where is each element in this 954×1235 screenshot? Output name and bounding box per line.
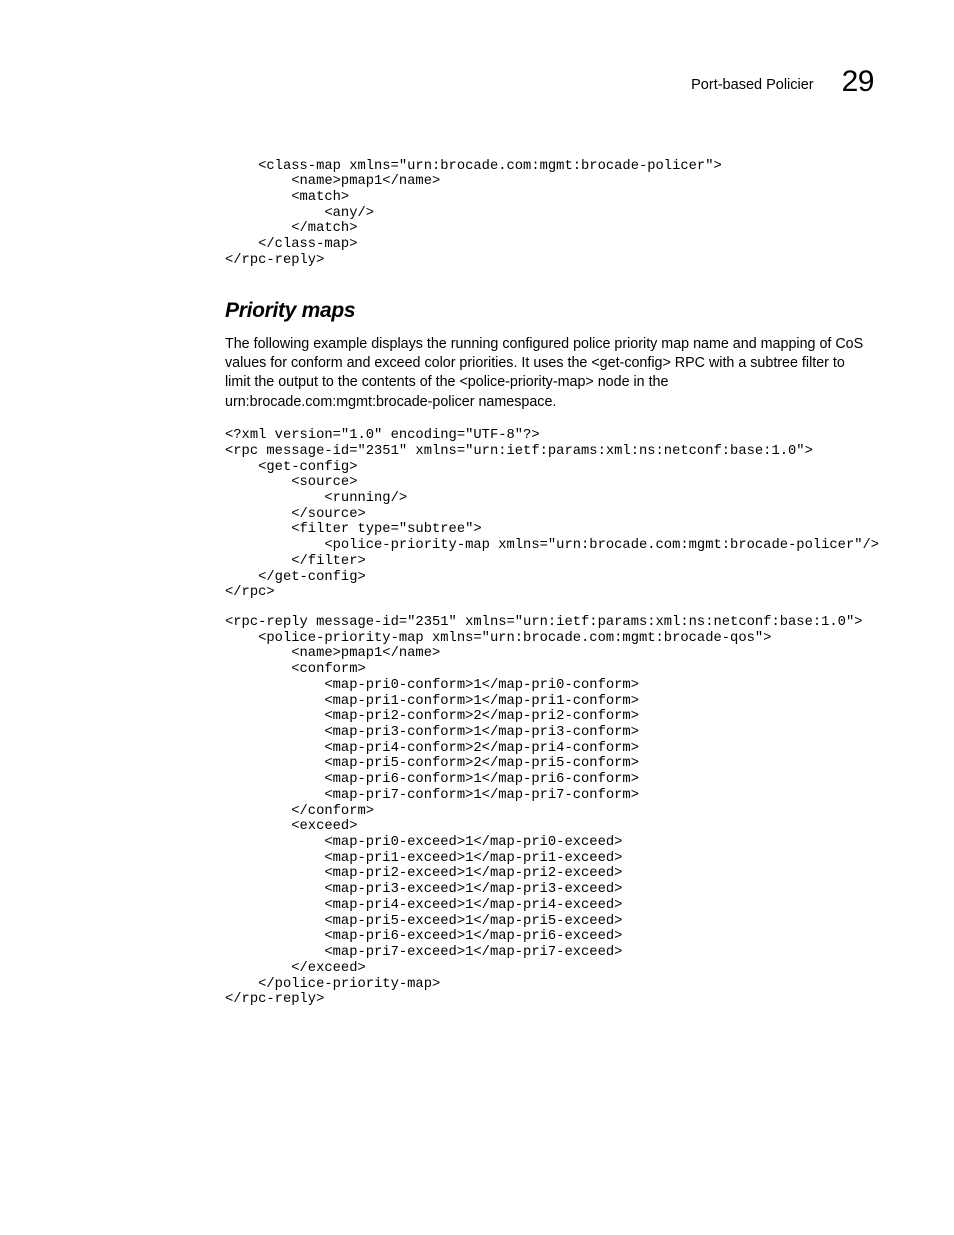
chapter-number: 29	[842, 65, 874, 98]
section-heading-priority-maps: Priority maps	[225, 297, 874, 325]
running-header-title: Port-based Policier	[691, 77, 814, 93]
body-paragraph: The following example displays the runni…	[225, 335, 874, 412]
code-block-classmap: <class-map xmlns="urn:brocade.com:mgmt:b…	[225, 159, 874, 269]
code-block-rpc-request: <?xml version="1.0" encoding="UTF-8"?> <…	[225, 428, 874, 601]
code-block-rpc-reply: <rpc-reply message-id="2351" xmlns="urn:…	[225, 615, 874, 1008]
running-header: Port-based Policier 29	[225, 62, 874, 103]
